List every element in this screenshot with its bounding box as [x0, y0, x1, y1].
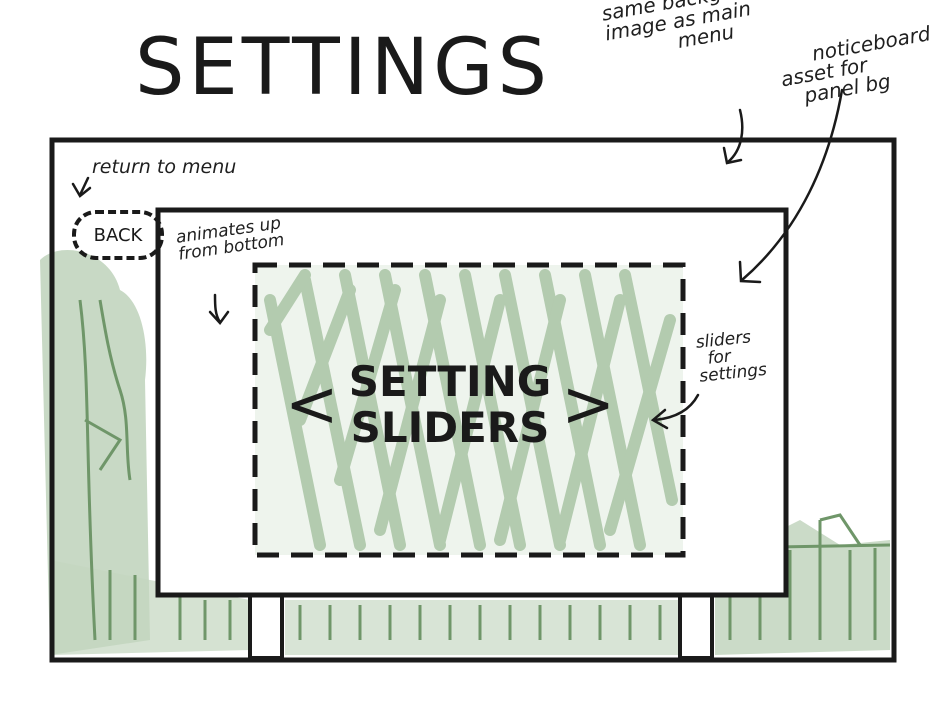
chevron-right-icon[interactable]: >: [561, 373, 615, 437]
back-button[interactable]: BACK: [72, 210, 164, 260]
setting-sliders-placeholder[interactable]: < SETTING SLIDERS >: [285, 350, 615, 460]
sliders-annotation: sliders for settings: [695, 327, 768, 386]
setting-sliders-label: SETTING SLIDERS: [349, 359, 551, 451]
label-line: SETTING: [348, 357, 552, 406]
page-title: SETTINGS: [135, 23, 552, 113]
label-line: SLIDERS: [350, 403, 550, 452]
return-annotation: return to menu: [92, 156, 237, 178]
chevron-left-icon[interactable]: <: [285, 373, 339, 437]
